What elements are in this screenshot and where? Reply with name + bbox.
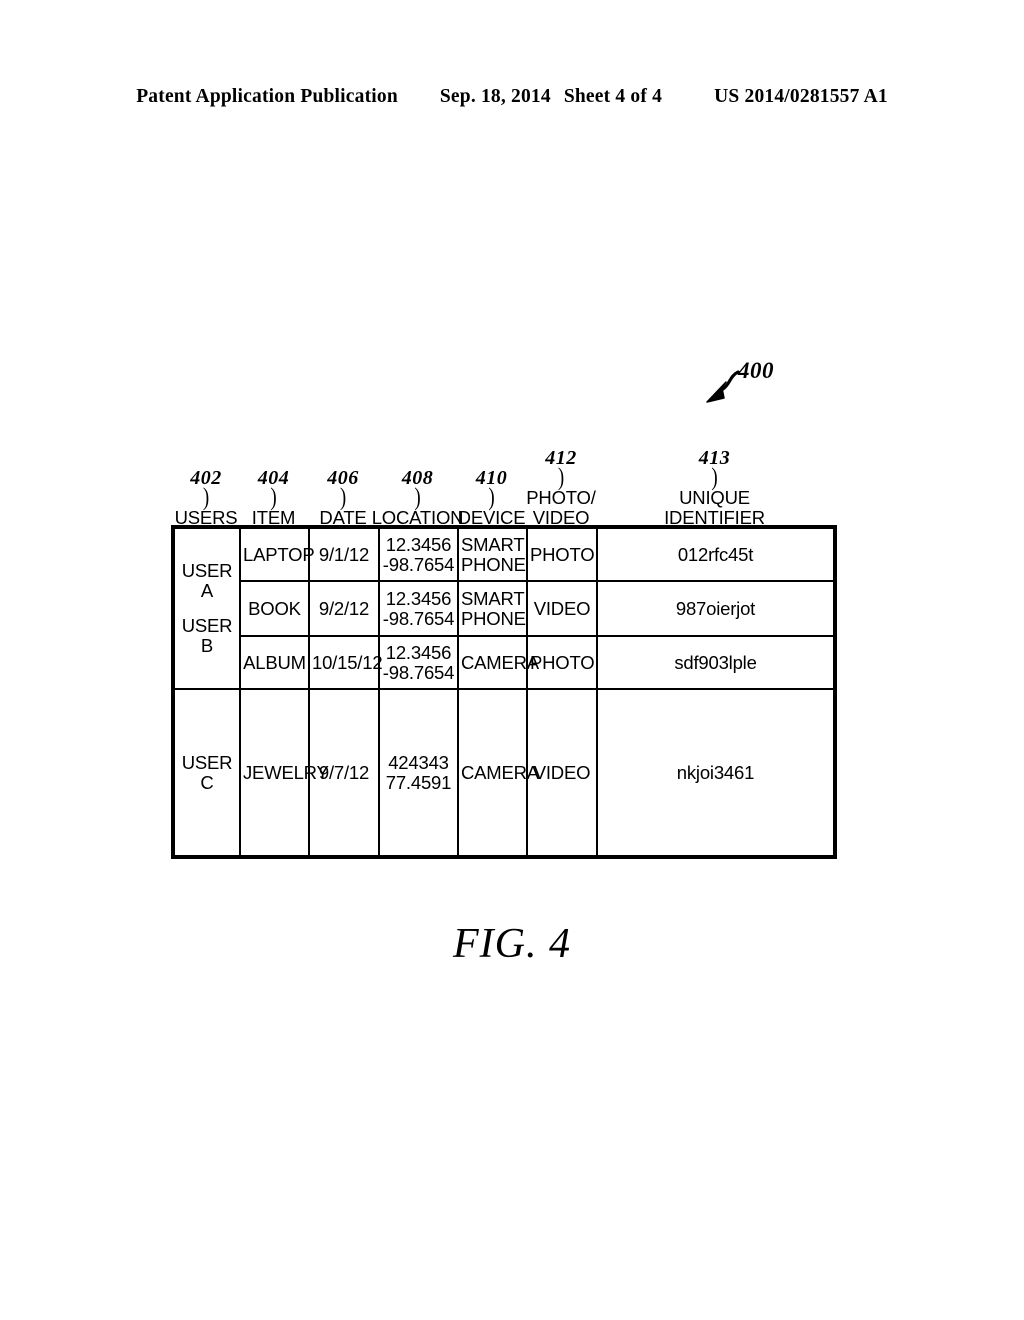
cell-item: BOOK: [239, 580, 310, 637]
column-header-device: 410 ) DEVICE: [457, 432, 526, 527]
cell-location-line1: 12.3456: [385, 641, 452, 663]
cell-device: SMART PHONE: [457, 580, 528, 637]
column-header-location: 408 ) LOCATION: [372, 432, 464, 527]
cell-location-line1: 12.3456: [385, 587, 452, 609]
table-row: USER A USER B LAPTOP 9/1/12 12.3456 -98.7…: [173, 527, 835, 690]
leader-line-412-icon: ): [557, 463, 565, 492]
records-table: USER A USER B LAPTOP 9/1/12 12.3456 -98.7…: [173, 527, 835, 857]
column-header-users: 402 ) USERS: [173, 432, 239, 527]
cell-device-line2: PHONE: [461, 607, 526, 629]
leader-line-410-icon: ): [488, 482, 495, 511]
cell-device: SMART PHONE: [457, 527, 528, 582]
publication-title: Patent Application Publication: [136, 86, 398, 107]
column-label-unique-identifier: UNIQUE IDENTIFIER: [664, 488, 765, 527]
column-header-band: 402 ) USERS 404 ) ITEM 406 ) DATE 408 ) …: [173, 432, 833, 527]
cell-location-line1: 424343: [388, 751, 449, 773]
leader-line-404-icon: ): [270, 482, 277, 511]
cell-unique-identifier: 987oierjot: [596, 580, 835, 637]
records-table-container: USER A USER B LAPTOP 9/1/12 12.3456 -98.7…: [171, 525, 837, 859]
cell-location-line1: 12.3456: [385, 533, 452, 555]
cell-location-line2: 77.4591: [385, 771, 452, 793]
column-header-photo-video: 412 ) PHOTO/VIDEO: [526, 432, 596, 527]
user-label-a: USER A: [181, 560, 233, 601]
table-row: ALBUM 10/15/12 12.3456 -98.7654 CAMERA PH…: [174, 635, 835, 690]
leader-line-406-icon: ): [339, 482, 347, 511]
leader-line-402-icon: ): [202, 482, 210, 511]
cell-unique-identifier: nkjoi3461: [596, 688, 835, 857]
publication-date: Sep. 18, 2014: [439, 86, 551, 107]
cell-device-line1: SMART: [461, 587, 525, 609]
cell-date: 9/2/12: [308, 580, 380, 637]
table-row: USER C JEWELRY 9/7/12 424343 77.4591 CAME…: [173, 688, 835, 857]
cell-date: 9/1/12: [308, 527, 380, 582]
cell-users-group-2: USER C: [173, 688, 241, 857]
leader-line-413-icon: ): [711, 463, 718, 492]
column-header-item: 404 ) ITEM: [239, 432, 308, 527]
publication-header: Patent Application Publication Sep. 18, …: [0, 86, 1024, 108]
figure-caption: FIG. 4: [453, 921, 571, 967]
cell-device: CAMERA: [457, 688, 539, 857]
cell-device-line1: SMART: [461, 533, 525, 555]
cell-date: 10/15/12: [308, 635, 383, 690]
figure-callout-400: 400: [690, 358, 810, 418]
cell-photo-video: PHOTO: [526, 527, 598, 582]
user-label-b: USER B: [181, 615, 233, 656]
cell-item: JEWELRY: [239, 688, 329, 857]
column-header-unique-identifier: 413 ) UNIQUE IDENTIFIER: [596, 432, 833, 527]
cell-photo-video: VIDEO: [526, 688, 598, 857]
cell-unique-identifier: 012rfc45t: [596, 527, 835, 582]
column-header-date: 406 ) DATE: [308, 432, 378, 527]
cell-location: 12.3456 -98.7654: [378, 527, 459, 582]
cell-location: 424343 77.4591: [378, 688, 459, 857]
cell-device: CAMERA: [457, 635, 539, 690]
column-label-photo-video: PHOTO/VIDEO: [526, 488, 596, 528]
cell-device-line2: PHONE: [461, 553, 526, 575]
column-label-unique-identifier-line2: IDENTIFIER: [664, 506, 765, 528]
cell-photo-video: PHOTO: [526, 635, 598, 690]
cell-unique-identifier: sdf903lple: [596, 635, 835, 690]
cell-location-line2: -98.7654: [382, 661, 455, 683]
sheet-number: Sheet 4 of 4: [563, 86, 663, 107]
table-row: BOOK 9/2/12 12.3456 -98.7654 SMART PHONE V…: [174, 580, 835, 637]
cell-item: LAPTOP: [239, 527, 315, 582]
cell-location: 12.3456 -98.7654: [378, 580, 459, 637]
cell-photo-video: VIDEO: [526, 580, 598, 637]
patent-number: US 2014/0281557 A1: [714, 86, 888, 107]
cell-date: 9/7/12: [308, 688, 380, 857]
cell-item: ALBUM: [239, 635, 310, 690]
cell-location-line2: -98.7654: [382, 607, 455, 629]
column-label-photo-video-line2: VIDEO: [532, 506, 590, 528]
cell-location-line2: -98.7654: [382, 553, 455, 575]
cell-location: 12.3456 -98.7654: [378, 635, 459, 690]
cell-users-group-1: USER A USER B: [173, 527, 241, 690]
leader-line-408-icon: ): [414, 482, 421, 511]
callout-leader-arrow-icon: [706, 370, 740, 403]
